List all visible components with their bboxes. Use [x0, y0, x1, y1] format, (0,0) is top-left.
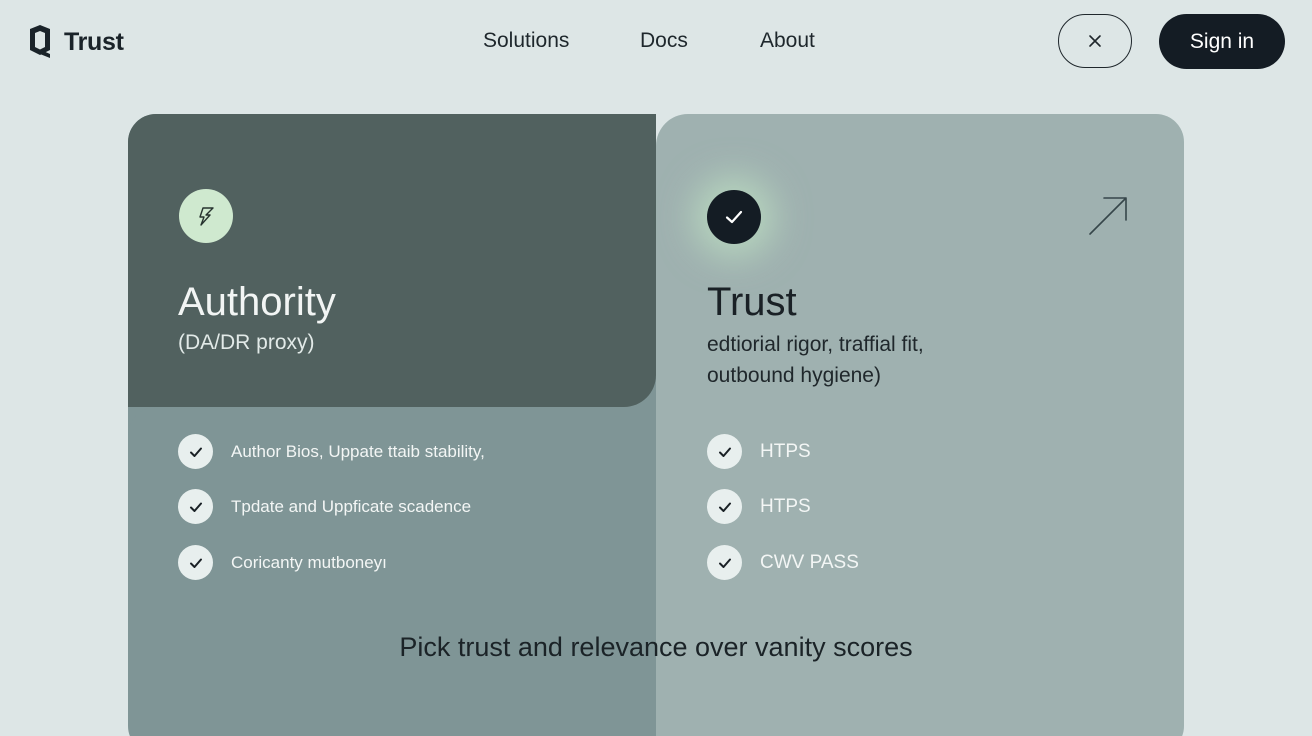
authority-list-item: Author Bios, Uppate ttaib stability, [178, 434, 485, 469]
bolt-icon [199, 207, 214, 226]
trust-subtitle: edtiorial rigor, traffial fit, outbound … [707, 333, 924, 387]
authority-list-item-label: Author Bios, Uppate ttaib stability, [231, 441, 485, 461]
brand-name: Trust [64, 27, 124, 56]
trust-icon-badge [707, 190, 761, 244]
trust-list-item: HTPS [707, 434, 811, 469]
nav-about[interactable]: About [760, 29, 815, 53]
authority-list-item: Tpdate and Uppficate scadence [178, 489, 471, 524]
trust-list-item-label: HTPS [760, 440, 811, 462]
close-button[interactable] [1058, 14, 1132, 68]
trust-list-item-label: CWV PASS [760, 551, 859, 573]
nav-docs[interactable]: Docs [640, 29, 688, 53]
authority-list-item: Coricanty mutboneyı [178, 545, 387, 580]
site-header: Trust Solutions Docs About Sign in [0, 0, 1312, 84]
authority-header-panel [128, 114, 656, 407]
sign-in-button[interactable]: Sign in [1159, 14, 1285, 69]
check-icon [178, 434, 213, 469]
check-icon [178, 545, 213, 580]
nav-solutions[interactable]: Solutions [483, 29, 569, 53]
arrow-up-right-icon[interactable] [1086, 194, 1130, 238]
authority-subtitle: (DA/DR proxy) [178, 331, 315, 354]
trust-list-item: CWV PASS [707, 545, 859, 580]
comparison-card: Authority (DA/DR proxy) Trust edtiorial … [128, 114, 1184, 736]
logo-mark-icon [30, 25, 50, 58]
trust-list-item-label: HTPS [760, 495, 811, 517]
check-icon [725, 210, 743, 224]
check-icon [707, 489, 742, 524]
authority-list-item-label: Coricanty mutboneyı [231, 552, 387, 572]
trust-title: Trust [707, 280, 797, 324]
check-icon [707, 545, 742, 580]
tagline: Pick trust and relevance over vanity sco… [399, 632, 913, 662]
brand-logo[interactable]: Trust [26, 24, 124, 60]
check-icon [178, 489, 213, 524]
authority-lower-panel-cap [128, 407, 656, 437]
trust-list-item: HTPS [707, 489, 811, 524]
authority-icon-badge [179, 189, 233, 243]
authority-title: Authority [178, 280, 336, 324]
authority-list-item-label: Tpdate and Uppficate scadence [231, 496, 472, 516]
check-icon [707, 434, 742, 469]
close-icon [1089, 35, 1101, 47]
